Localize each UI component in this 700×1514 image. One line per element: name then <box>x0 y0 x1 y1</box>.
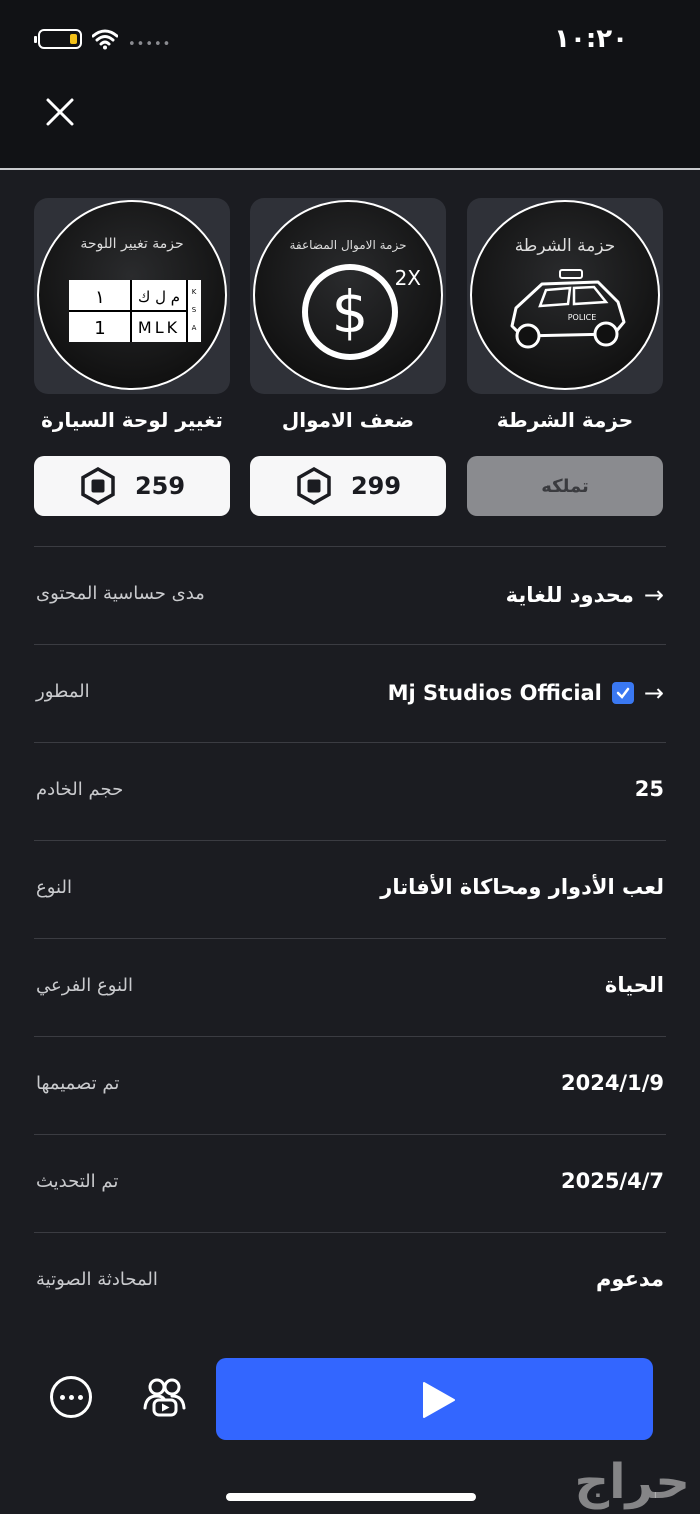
arrow-right-icon[interactable]: → <box>644 679 664 707</box>
detail-value-text: محدود للغاية <box>505 583 634 607</box>
detail-label: النوع الفرعي <box>36 975 133 996</box>
detail-row: تم التحديث 2025/4/7 <box>34 1134 666 1232</box>
verified-badge-icon <box>611 682 634 704</box>
svg-text:MLK: MLK <box>138 318 180 337</box>
license-plate-icon: ١ م ل ك 1 MLK K S A <box>69 280 201 342</box>
detail-label: مدى حساسية المحتوى <box>36 583 205 604</box>
wifi-icon <box>92 29 118 50</box>
owned-button[interactable]: تملكه <box>467 456 663 516</box>
detail-row[interactable]: مدى حساسية المحتوى محدود للغاية → <box>34 546 666 644</box>
header <box>0 82 700 170</box>
detail-row[interactable]: المطور Mj Studios Official → <box>34 644 666 742</box>
pass-card-double-money[interactable]: حزمة الاموال المضاعفة 2X $ ضعف الاموال 2… <box>250 198 446 516</box>
police-text: POLICE <box>568 313 597 322</box>
pass-thumb-label: حزمة تغيير اللوحة <box>80 236 184 252</box>
detail-label: النوع <box>36 877 72 898</box>
svg-text:K: K <box>192 288 197 296</box>
detail-label: حجم الخادم <box>36 779 124 800</box>
detail-value: 25 <box>635 777 664 801</box>
pass-thumbnail: حزمة تغيير اللوحة ١ م ل ك 1 MLK K S A <box>34 198 230 394</box>
detail-value[interactable]: محدود للغاية → <box>506 581 664 609</box>
arrow-right-icon[interactable]: → <box>644 581 664 609</box>
buy-button[interactable]: 259 <box>34 456 230 516</box>
pass-title: ضعف الاموال <box>281 408 415 432</box>
detail-value-text: الحياة <box>604 973 664 997</box>
dollar-icon: $ <box>302 264 398 360</box>
pass-title: حزمة الشرطة <box>496 408 634 432</box>
pass-card-plate[interactable]: حزمة تغيير اللوحة ١ م ل ك 1 MLK K S A تغ… <box>34 198 230 516</box>
detail-value: الحياة <box>605 973 664 997</box>
status-time: ١٠:٢٠ <box>554 24 628 54</box>
detail-label: المطور <box>36 681 90 702</box>
pass-thumbnail: حزمة الشرطة POLICE <box>467 198 663 394</box>
svg-text:١: ١ <box>95 287 105 308</box>
pass-thumb-label: حزمة الشرطة <box>514 236 616 256</box>
cellular-signal-icon: ••••• <box>128 37 172 52</box>
detail-value-text: 2025/4/7 <box>560 1169 664 1193</box>
status-bar: ••••• ١٠:٢٠ <box>0 0 700 82</box>
robux-icon <box>81 467 115 505</box>
detail-label: تم التحديث <box>36 1171 119 1192</box>
more-options-button[interactable] <box>50 1376 92 1418</box>
detail-row: النوع لعب الأدوار ومحاكاة الأفاتار <box>34 840 666 938</box>
detail-value-text: لعب الأدوار ومحاكاة الأفاتار <box>380 875 664 899</box>
home-indicator[interactable] <box>226 1493 476 1501</box>
svg-text:S: S <box>192 306 197 314</box>
pass-thumbnail: حزمة الاموال المضاعفة 2X $ <box>250 198 446 394</box>
detail-value: مدعوم <box>596 1267 664 1291</box>
detail-row: النوع الفرعي الحياة <box>34 938 666 1036</box>
price-label: 259 <box>134 472 186 500</box>
detail-value: 2025/4/7 <box>561 1169 664 1193</box>
detail-value-text: مدعوم <box>595 1267 664 1291</box>
close-icon[interactable] <box>40 92 80 132</box>
detail-label: المحادثة الصوتية <box>36 1269 158 1290</box>
svg-text:م ل ك: م ل ك <box>138 288 180 306</box>
detail-row: حجم الخادم 25 <box>34 742 666 840</box>
pass-card-police[interactable]: حزمة الشرطة POLICE حزمة الشرطة تملكه <box>467 198 663 516</box>
detail-value-text: Mj Studios Official <box>387 681 602 705</box>
svg-text:A: A <box>192 324 197 332</box>
detail-row: تم تصميمها 2024/1/9 <box>34 1036 666 1134</box>
detail-value-text: 2024/1/9 <box>560 1071 664 1095</box>
haraj-watermark: حراج <box>574 1454 691 1510</box>
play-button[interactable] <box>216 1358 653 1440</box>
detail-label: تم تصميمها <box>36 1073 120 1094</box>
battery-icon <box>34 29 82 49</box>
price-label: 299 <box>350 472 402 500</box>
detail-row: المحادثة الصوتية مدعوم <box>34 1232 666 1330</box>
svg-text:1: 1 <box>94 318 105 339</box>
police-car-icon: POLICE <box>510 269 626 349</box>
detail-value: لعب الأدوار ومحاكاة الأفاتار <box>380 875 664 899</box>
robux-icon <box>297 467 331 505</box>
bottom-action-bar: حراج <box>0 1330 700 1514</box>
friends-play-icon[interactable] <box>140 1372 188 1420</box>
detail-value-text: 25 <box>634 777 664 801</box>
detail-value: 2024/1/9 <box>561 1071 664 1095</box>
owned-label: تملكه <box>541 475 589 497</box>
game-details-list: مدى حساسية المحتوى محدود للغاية → المطور Mj … <box>34 546 666 1331</box>
detail-value[interactable]: Mj Studios Official → <box>388 679 664 707</box>
svg-text:$: $ <box>332 278 369 346</box>
buy-button[interactable]: 299 <box>250 456 446 516</box>
pass-title: تغيير لوحة السيارة <box>41 408 223 432</box>
pass-thumb-label: حزمة الاموال المضاعفة <box>289 238 407 252</box>
play-icon <box>423 1382 455 1418</box>
